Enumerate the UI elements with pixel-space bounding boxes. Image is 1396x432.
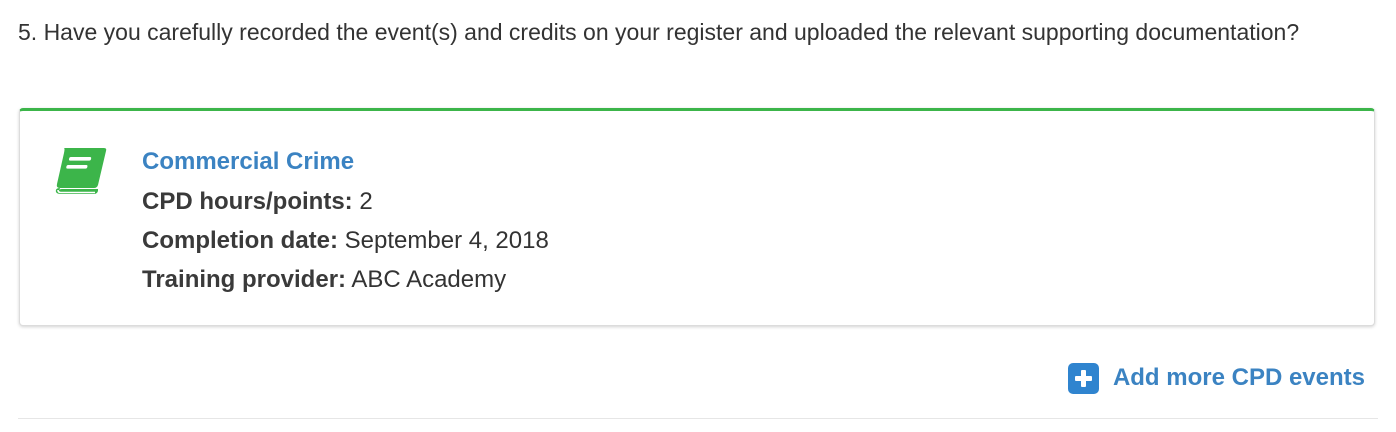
plus-square-icon[interactable]	[1067, 362, 1099, 394]
event-title-link[interactable]: Commercial Crime	[142, 142, 549, 182]
cpd-hours-value: 2	[359, 188, 373, 215]
add-more-cpd-events-button[interactable]: Add more CPD events	[1067, 360, 1365, 396]
cpd-event-card: Commercial Crime CPD hours/points: 2 Com…	[19, 108, 1375, 326]
completion-date-row: Completion date: September 4, 2018	[142, 221, 549, 260]
training-provider-label: Training provider:	[142, 266, 347, 293]
section-divider	[18, 418, 1378, 419]
cpd-hours-row: CPD hours/points: 2	[142, 182, 549, 221]
book-icon	[55, 148, 107, 194]
training-provider-value: ABC Academy	[351, 266, 507, 293]
cpd-hours-label: CPD hours/points:	[142, 188, 353, 215]
completion-date-label: Completion date:	[142, 227, 338, 254]
cpd-question-page: 5. Have you carefully recorded the event…	[0, 0, 1396, 432]
add-more-cpd-events-label[interactable]: Add more CPD events	[1113, 360, 1365, 396]
question-text: 5. Have you carefully recorded the event…	[18, 19, 1300, 45]
training-provider-row: Training provider: ABC Academy	[142, 260, 549, 299]
event-details: Commercial Crime CPD hours/points: 2 Com…	[142, 142, 549, 299]
completion-date-value: September 4, 2018	[344, 227, 549, 254]
